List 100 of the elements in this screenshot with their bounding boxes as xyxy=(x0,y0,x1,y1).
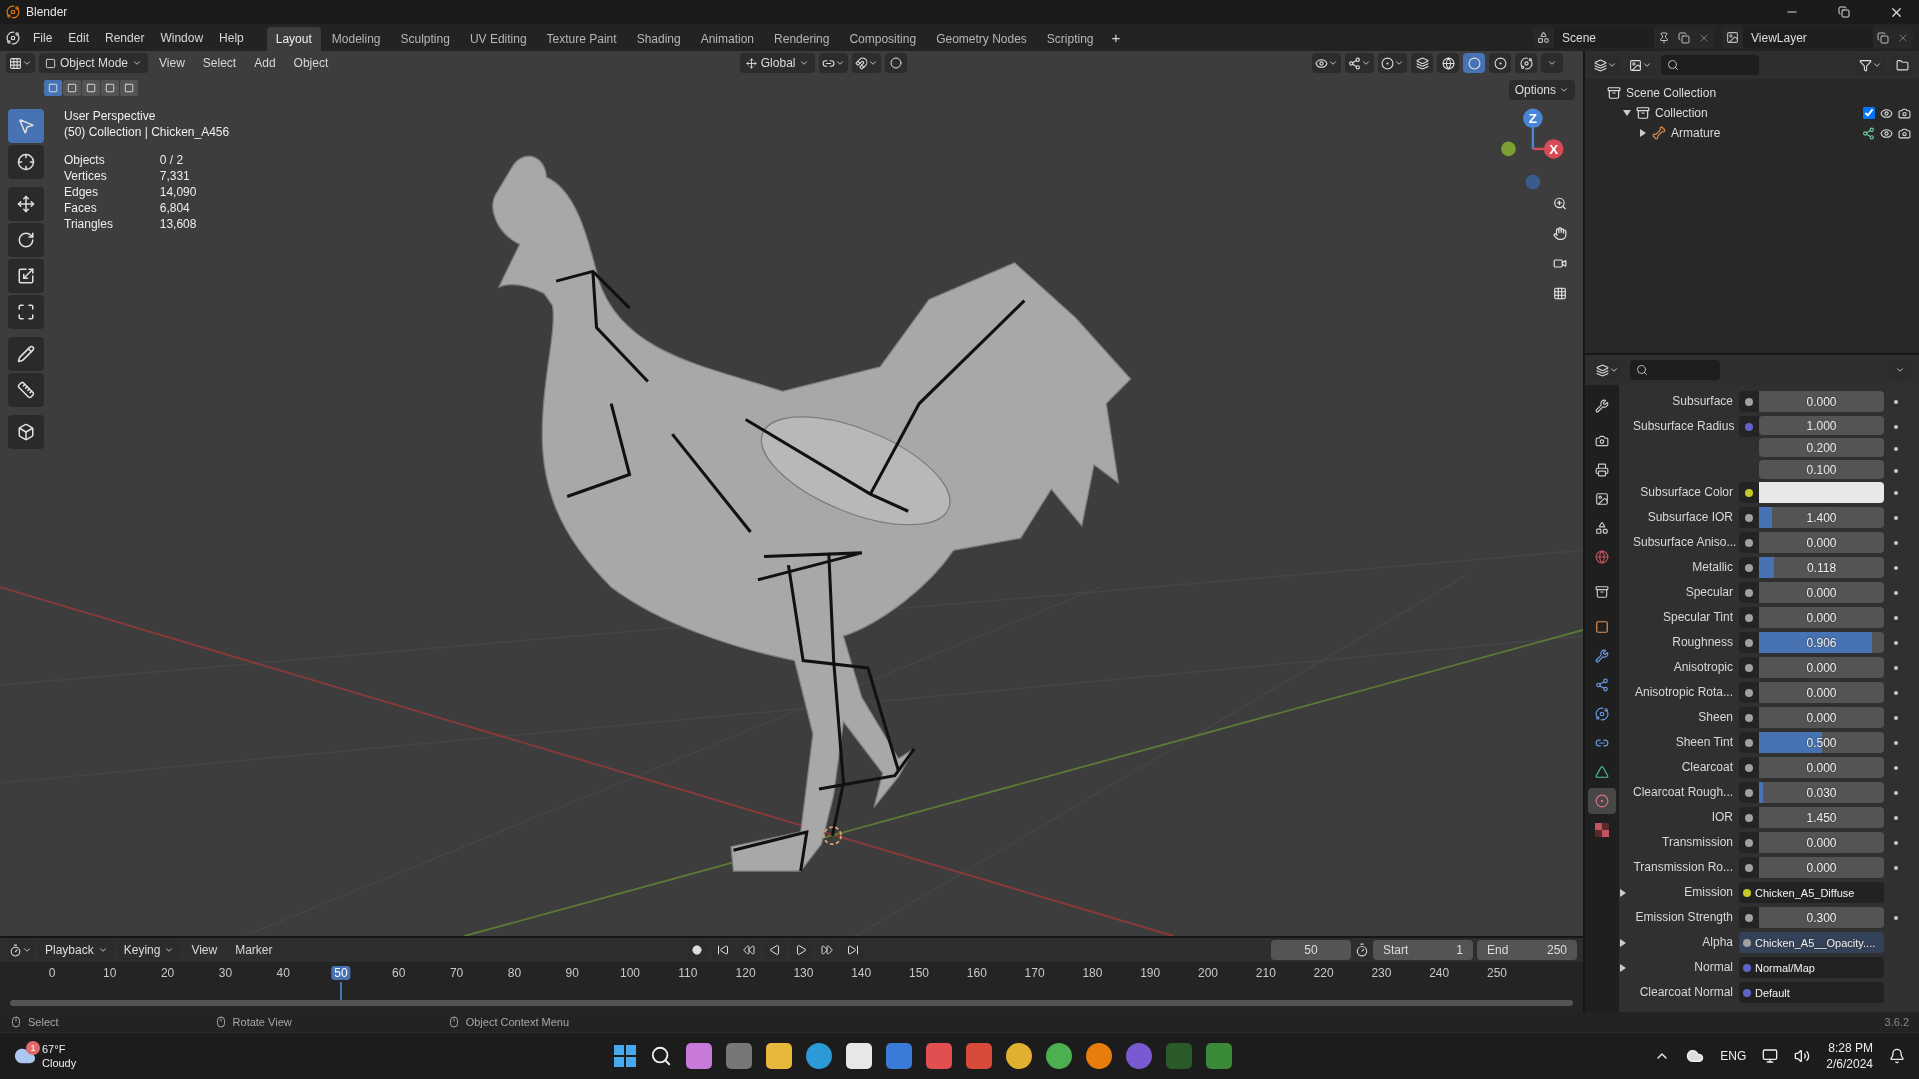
frame-number: 60 xyxy=(391,966,407,980)
options-dropdown[interactable]: Options xyxy=(1508,80,1575,100)
property-label: Roughness xyxy=(1671,634,1734,651)
workspace-tab[interactable]: Sculpting xyxy=(391,27,459,51)
menu-item[interactable]: View xyxy=(184,940,225,960)
outliner-item[interactable]: Armature xyxy=(1671,126,1857,140)
notification-badge: 1 xyxy=(26,1041,40,1055)
slider-field[interactable]: 0.000 xyxy=(1759,757,1884,778)
workspace-tab[interactable]: Rendering xyxy=(765,27,839,51)
slider-field[interactable]: 1.400 xyxy=(1759,507,1884,528)
property-label: Clearcoat Rough... xyxy=(1633,784,1735,801)
frame-number: 170 xyxy=(1023,966,1046,980)
frame-number: 250 xyxy=(1486,966,1508,980)
slider-field[interactable]: 0.000 xyxy=(1759,707,1884,728)
workspace-tab[interactable]: Geometry Nodes xyxy=(927,27,1036,51)
clock-time[interactable]: 8:28 PM xyxy=(1828,1040,1873,1056)
menu-item[interactable]: Window xyxy=(153,27,211,48)
slider-field[interactable]: 0.000 xyxy=(1759,391,1884,412)
linked-node-field[interactable]: Chicken_A5_Diffuse xyxy=(1739,882,1884,903)
window-title: Blender xyxy=(26,5,69,19)
stat-value: 6,804 xyxy=(159,201,191,215)
language-indicator[interactable]: ENG xyxy=(1720,1049,1747,1063)
current-frame-field[interactable]: 50 xyxy=(1271,940,1351,960)
stat-label: Edges xyxy=(64,185,100,199)
menu-item[interactable]: Select xyxy=(195,53,244,73)
status-hint: Rotate View xyxy=(232,1016,292,1028)
property-label: Specular Tint xyxy=(1661,609,1734,626)
frame-number: 70 xyxy=(448,966,465,980)
temperature: 67°F xyxy=(42,1042,67,1056)
property-label: IOR xyxy=(1710,809,1734,826)
add-workspace-button[interactable]: + xyxy=(1104,26,1128,49)
menu-item[interactable]: Edit xyxy=(61,27,97,48)
vector-field[interactable]: 1.000 xyxy=(1759,416,1884,435)
workspace-tab[interactable]: Animation xyxy=(691,27,764,51)
menu-item[interactable]: Add xyxy=(247,53,283,73)
current-frame-marker[interactable]: 50 xyxy=(331,966,351,980)
context-info: (50) Collection | Chicken_A456 xyxy=(64,125,230,139)
frame-number: 140 xyxy=(850,966,873,980)
workspace-tab[interactable]: Texture Paint xyxy=(537,27,626,51)
frame-number: 100 xyxy=(619,966,641,980)
linked-node-field[interactable]: Normal/Map xyxy=(1739,957,1884,978)
weather-condition: Cloudy xyxy=(42,1056,77,1070)
scene-name-field[interactable]: Scene xyxy=(1554,27,1654,48)
start-frame-field[interactable]: Start 1 xyxy=(1373,940,1473,960)
menu-item[interactable]: Help xyxy=(212,27,251,48)
menu-item[interactable]: File xyxy=(26,27,60,48)
number-field[interactable]: 1.450 xyxy=(1759,807,1884,828)
frame-number: 20 xyxy=(159,966,176,980)
slider-field[interactable]: 0.000 xyxy=(1759,582,1884,603)
frame-number: 40 xyxy=(275,966,291,980)
end-frame-field[interactable]: End 250 xyxy=(1477,940,1577,960)
stat-label: Triangles xyxy=(64,217,114,231)
workspace-tab[interactable]: UV Editing xyxy=(460,27,536,51)
frame-number: 200 xyxy=(1197,966,1219,980)
vector-field[interactable]: 0.200 xyxy=(1759,438,1884,457)
slider-field[interactable]: 0.000 xyxy=(1759,657,1884,678)
stat-label: Vertices xyxy=(64,169,108,183)
status-hint: Object Context Menu xyxy=(465,1016,570,1028)
slider-field[interactable]: 0.000 xyxy=(1759,532,1884,553)
slider-field[interactable]: 0.906 xyxy=(1759,632,1884,653)
outliner-item[interactable]: Collection xyxy=(1655,106,1858,120)
workspace-tab[interactable]: Layout xyxy=(266,27,321,51)
view-layer-field[interactable]: ViewLayer xyxy=(1743,27,1873,48)
vector-field[interactable]: 0.100 xyxy=(1759,460,1884,479)
slider-field[interactable]: 0.000 xyxy=(1759,682,1884,703)
frame-number: 220 xyxy=(1312,966,1335,980)
workspace-tab[interactable]: Scripting xyxy=(1037,27,1103,51)
property-label: Clearcoat xyxy=(1680,759,1734,776)
workspace-tab[interactable]: Compositing xyxy=(840,27,926,51)
menu-item[interactable]: Object xyxy=(286,53,336,73)
orientation-dropdown[interactable]: Global xyxy=(739,53,816,73)
status-hint: Select xyxy=(28,1016,59,1028)
frame-number: 0 xyxy=(47,966,57,980)
workspace-tab[interactable]: Modeling xyxy=(322,27,390,51)
linked-node-field[interactable]: Chicken_A5__Opacity.... xyxy=(1739,932,1884,953)
slider-field[interactable]: 0.000 xyxy=(1759,832,1884,853)
number-field[interactable]: 0.300 xyxy=(1759,907,1884,928)
property-label: Subsurface xyxy=(1671,393,1734,410)
slider-field[interactable]: 0.000 xyxy=(1759,607,1884,628)
slider-field[interactable]: 0.000 xyxy=(1759,857,1884,878)
workspace-tab[interactable]: Shading xyxy=(627,27,690,51)
linked-node-field[interactable]: Default xyxy=(1739,982,1884,1003)
frame-number: 150 xyxy=(908,966,930,980)
frame-number: 180 xyxy=(1081,966,1104,980)
slider-field[interactable]: 0.030 xyxy=(1759,782,1884,803)
slider-field[interactable]: 0.500 xyxy=(1759,732,1884,753)
menu-item[interactable]: Marker xyxy=(228,940,280,960)
frame-number: 110 xyxy=(677,966,699,980)
outliner-item[interactable]: Scene Collection xyxy=(1626,86,1911,100)
menu-item[interactable]: Render xyxy=(98,27,152,48)
gizmo-axis-label: X xyxy=(1549,141,1559,157)
frame-number: 30 xyxy=(217,966,234,980)
property-label: Anisotropic xyxy=(1672,659,1734,676)
clock-date[interactable]: 2/6/2024 xyxy=(1826,1056,1873,1072)
property-label: Emission xyxy=(1683,884,1734,901)
stat-label: Faces xyxy=(64,201,98,215)
slider-field[interactable]: 0.118 xyxy=(1759,557,1884,578)
menu-item[interactable]: View xyxy=(152,53,192,73)
mode-dropdown[interactable]: Object Mode xyxy=(39,53,149,73)
property-label: Transmission Ro... xyxy=(1633,859,1734,876)
